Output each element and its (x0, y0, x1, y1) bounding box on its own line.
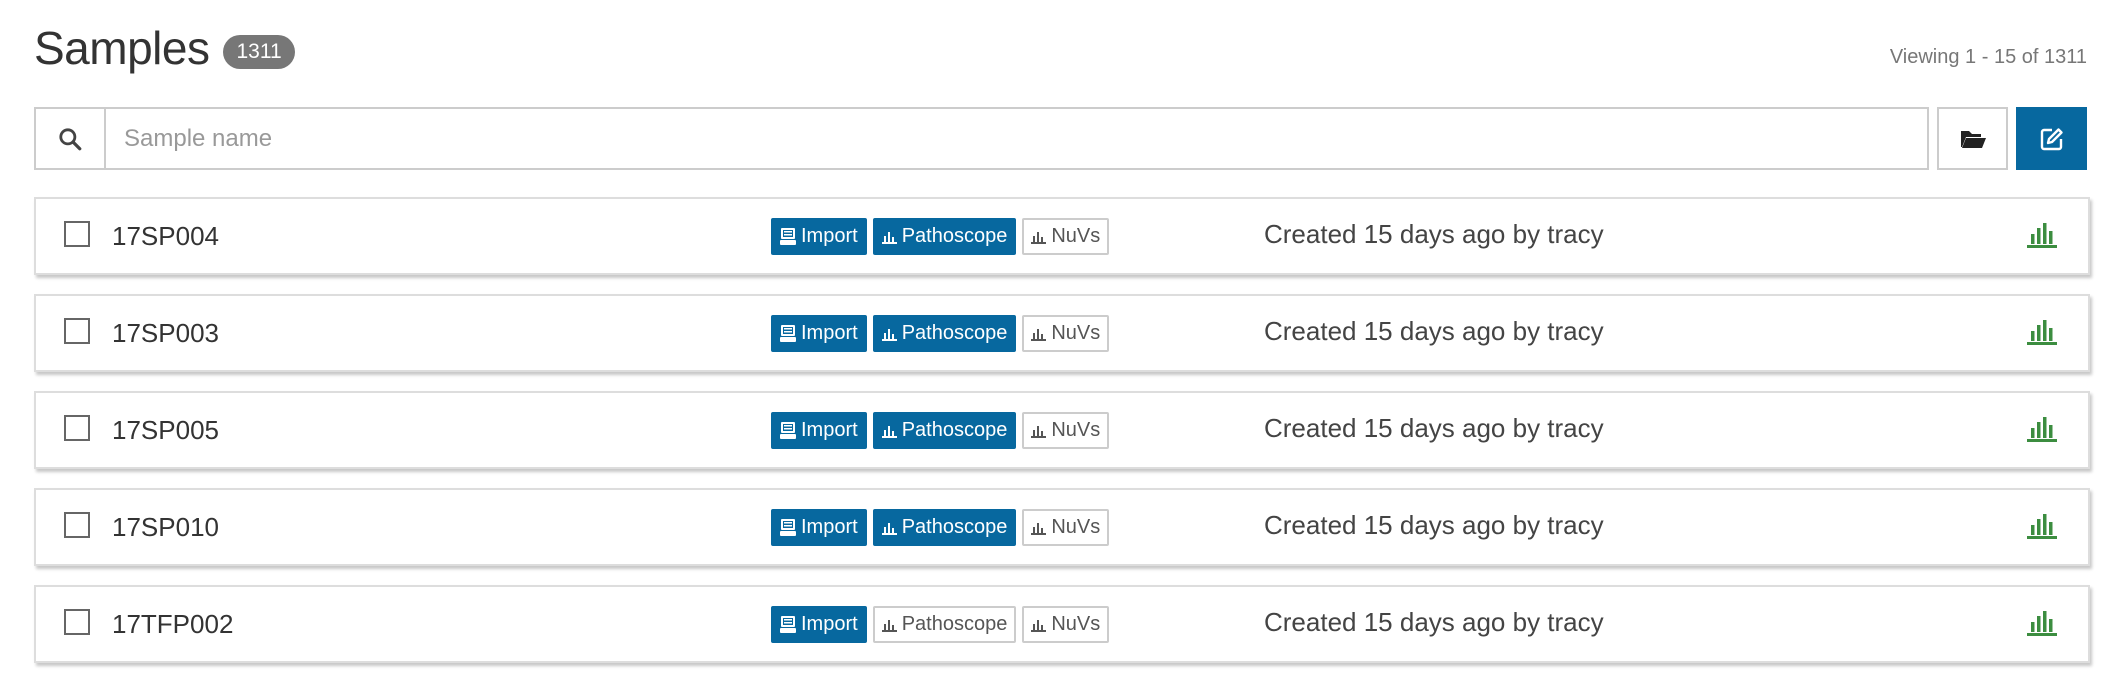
tag-label: NuVs (1051, 419, 1101, 441)
analyses-link[interactable] (2024, 219, 2060, 251)
tag-label: Import (801, 419, 858, 441)
tag-label: Pathoscope (901, 516, 1008, 538)
tag-import: Import (771, 509, 867, 546)
tag-label: NuVs (1051, 225, 1101, 247)
created-info: Created 15 days ago by tracy (1264, 219, 1604, 249)
tag-label: Import (801, 225, 858, 247)
sample-row[interactable]: 17SP003 Import Pathoscope NuVs Created 15 da… (34, 294, 2090, 372)
sample-tags: Import Pathoscope NuVs (771, 509, 1110, 546)
pagination-summary: Viewing 1 - 15 of 1311 (1889, 46, 2087, 68)
tag-label: Import (801, 322, 858, 344)
bar-chart-icon (881, 230, 897, 244)
sample-select-checkbox[interactable] (64, 609, 90, 635)
bar-chart-icon (2027, 319, 2057, 345)
tag-label: NuVs (1051, 322, 1101, 344)
bar-chart-icon (1031, 618, 1047, 632)
tag-import: Import (771, 315, 867, 352)
sample-tags: Import Pathoscope NuVs (771, 218, 1110, 255)
tag-nuvs: NuVs (1022, 412, 1110, 449)
tag-label: Pathoscope (901, 419, 1008, 441)
tag-pathoscope: Pathoscope (872, 509, 1017, 546)
archive-icon (780, 325, 796, 342)
bar-chart-icon (2027, 416, 2057, 442)
bar-chart-icon (2027, 513, 2057, 539)
tag-nuvs: NuVs (1022, 315, 1110, 352)
bar-chart-icon (2027, 222, 2057, 248)
bar-chart-icon (881, 424, 897, 438)
bar-chart-icon (1031, 424, 1047, 438)
bar-chart-icon (881, 327, 897, 341)
created-info: Created 15 days ago by tracy (1264, 413, 1604, 443)
edit-icon (2039, 126, 2065, 152)
sample-list: 17SP004 Import Pathoscope NuVs Created 15 da… (34, 197, 2090, 675)
tag-import: Import (771, 218, 867, 255)
tag-import: Import (771, 412, 867, 449)
tag-label: Import (801, 613, 858, 635)
file-manager-button[interactable] (1937, 107, 2009, 170)
archive-icon (780, 228, 796, 245)
tag-label: Import (801, 516, 858, 538)
page-title: Samples (34, 22, 210, 74)
tag-label: NuVs (1051, 516, 1101, 538)
folder-open-icon (1959, 127, 1987, 151)
bar-chart-icon (2027, 610, 2057, 636)
archive-icon (780, 616, 796, 633)
sample-name-search-input[interactable] (106, 109, 1928, 168)
analyses-link[interactable] (2024, 607, 2060, 639)
tag-nuvs: NuVs (1022, 509, 1110, 546)
sample-tags: Import Pathoscope NuVs (771, 606, 1110, 643)
count-badge: 1311 (223, 35, 295, 69)
sample-name: 17TFP002 (112, 609, 234, 639)
tag-label: NuVs (1051, 613, 1101, 635)
search-icon (36, 109, 106, 168)
sample-select-checkbox[interactable] (64, 221, 90, 247)
page-header: Samples 1311 (34, 18, 295, 78)
tag-pathoscope: Pathoscope (872, 218, 1017, 255)
bar-chart-icon (1031, 327, 1047, 341)
created-info: Created 15 days ago by tracy (1264, 510, 1604, 540)
sample-row[interactable]: 17SP004 Import Pathoscope NuVs Created 15 da… (34, 197, 2090, 275)
sample-row[interactable]: 17TFP002 Import Pathoscope NuVs Created 15 d… (34, 585, 2090, 663)
created-info: Created 15 days ago by tracy (1264, 607, 1604, 637)
analyses-link[interactable] (2024, 316, 2060, 348)
sample-name: 17SP003 (112, 318, 219, 348)
tag-label: Pathoscope (901, 322, 1008, 344)
sample-name: 17SP004 (112, 221, 219, 251)
sample-toolbar (34, 107, 2088, 170)
sample-name: 17SP010 (112, 512, 219, 542)
tag-nuvs: NuVs (1022, 606, 1110, 643)
analyses-link[interactable] (2024, 510, 2060, 542)
tag-label: Pathoscope (901, 225, 1008, 247)
search-group (34, 107, 1930, 170)
bar-chart-icon (881, 521, 897, 535)
tag-nuvs: NuVs (1022, 218, 1110, 255)
analyses-link[interactable] (2024, 413, 2060, 445)
sample-name: 17SP005 (112, 415, 219, 445)
bar-chart-icon (1031, 230, 1047, 244)
tag-import: Import (771, 606, 867, 643)
archive-icon (780, 519, 796, 536)
sample-row[interactable]: 17SP005 Import Pathoscope NuVs Created 15 da… (34, 391, 2090, 469)
archive-icon (780, 422, 796, 439)
sample-select-checkbox[interactable] (64, 512, 90, 538)
sample-select-checkbox[interactable] (64, 318, 90, 344)
bar-chart-icon (881, 618, 897, 632)
sample-row[interactable]: 17SP010 Import Pathoscope NuVs Created 15 da… (34, 488, 2090, 566)
sample-tags: Import Pathoscope NuVs (771, 412, 1110, 449)
created-info: Created 15 days ago by tracy (1264, 316, 1604, 346)
sample-select-checkbox[interactable] (64, 415, 90, 441)
sample-tags: Import Pathoscope NuVs (771, 315, 1110, 352)
create-sample-button[interactable] (2016, 107, 2088, 170)
tag-pathoscope: Pathoscope (872, 412, 1017, 449)
bar-chart-icon (1031, 521, 1047, 535)
tag-pathoscope: Pathoscope (872, 606, 1017, 643)
tag-pathoscope: Pathoscope (872, 315, 1017, 352)
tag-label: Pathoscope (901, 613, 1008, 635)
